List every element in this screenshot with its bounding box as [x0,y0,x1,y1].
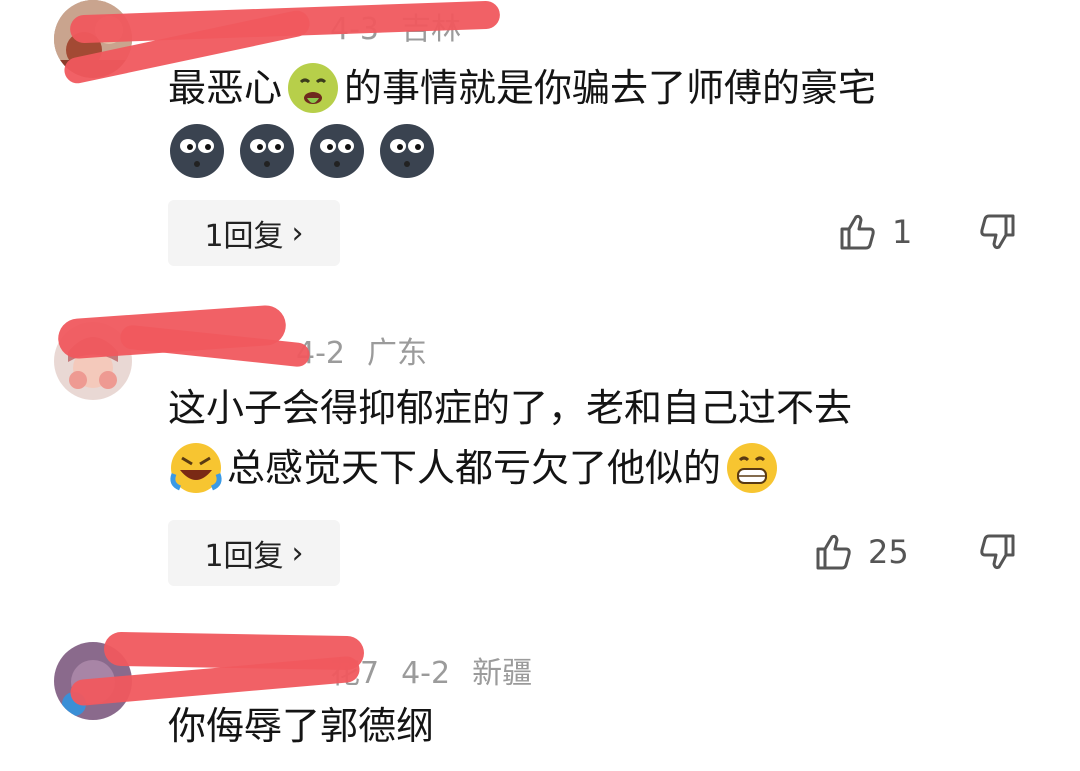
comment-meta: 4-2 广东 [296,328,449,372]
reply-count-button[interactable]: 1回复 › [168,520,340,586]
moon-face-emoji [380,124,434,178]
reply-count-label: 1回复 [204,219,284,254]
rolling-laugh-emoji [170,443,222,493]
like-button[interactable]: 1 [838,212,912,252]
thumbs-up-icon [838,212,878,252]
comment-location: 广东 [367,336,427,371]
reply-count-button[interactable]: 1回复 › [168,200,340,266]
moon-face-emoji [310,124,364,178]
thumbs-down-icon[interactable] [976,532,1018,572]
comment-text-segment: 最恶心 [168,66,283,110]
comment-text: 最恶心 的事情就是你骗去了师傅的豪宅 [168,60,876,116]
moon-face-emoji [240,124,294,178]
comment-date: 4-2 [401,656,451,691]
comment-item: 4-3吉林 最恶心 的事情就是你骗去了师傅的豪宅 [0,0,1080,290]
comment-text: 你侮辱了郭德纲 [168,698,434,754]
comment-text-segment: 你侮辱了郭德纲 [168,704,435,748]
reply-count-label: 1回复 [204,539,284,574]
comment-text-segment: 的事情就是你骗去了师傅的豪宅 [344,66,877,110]
chevron-right-icon: › [291,215,304,251]
comment-text: 这小子会得抑郁症的了，老和自己过不去 [168,380,852,436]
emoji-row [168,122,436,180]
comment-text: 总感觉天下人都亏欠了他似的 [168,440,783,496]
thumbs-up-icon [814,532,854,572]
comment-text-segment: 总感觉天下人都亏欠了他似的 [227,446,722,490]
sick-face-emoji [288,63,339,113]
like-button[interactable]: 25 [814,532,909,572]
like-count: 25 [868,533,909,571]
comment-text-segment: 这小子会得抑郁症的了，老和自己过不去 [168,386,853,430]
grin-emoji [727,443,778,493]
thumbs-down-icon[interactable] [976,212,1018,252]
chevron-right-icon: › [291,535,304,571]
like-count: 1 [892,213,913,251]
moon-face-emoji [170,124,224,178]
comment-location: 新疆 [472,656,533,691]
